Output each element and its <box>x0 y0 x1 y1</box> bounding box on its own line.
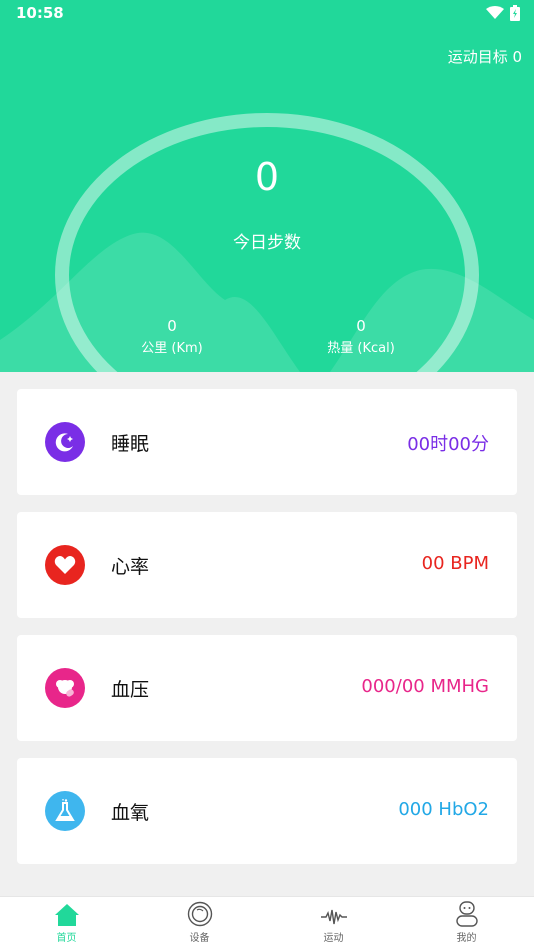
blood-oxygen-value: 000 HbO2 <box>398 799 489 820</box>
status-time: 10:58 <box>16 4 64 22</box>
distance-value: 0 <box>167 317 177 335</box>
sleep-card[interactable]: 睡眠 00时00分 <box>17 389 517 495</box>
heart-rate-card[interactable]: 心率 00 BPM <box>17 512 517 618</box>
moon-icon <box>45 422 85 462</box>
nav-activity-label: 运动 <box>323 933 344 944</box>
blood-pressure-value: 000/00 MMHG <box>361 676 489 697</box>
bottom-nav: 首页 设备 运动 我的 <box>0 896 534 951</box>
calories-stat: 0 热量 (Kcal) <box>311 317 411 356</box>
distance-label: 公里 (Km) <box>141 341 203 356</box>
blood-oxygen-card[interactable]: 血氧 000 HbO2 <box>17 758 517 864</box>
sleep-value: 00时00分 <box>407 434 489 455</box>
nav-activity[interactable]: 运动 <box>267 897 400 951</box>
heart-rate-label: 心率 <box>111 556 150 578</box>
steps-label: 今日步数 <box>233 233 301 253</box>
heart-icon <box>45 545 85 585</box>
calories-label: 热量 (Kcal) <box>327 341 395 356</box>
home-icon <box>54 904 79 926</box>
heart-rate-value: 00 BPM <box>421 553 489 574</box>
steps-value: 0 <box>254 155 280 199</box>
nav-device-label: 设备 <box>189 933 210 944</box>
wifi-icon <box>486 6 504 19</box>
nav-device[interactable]: 设备 <box>133 897 266 951</box>
blood-pressure-icon <box>45 668 85 708</box>
device-icon <box>187 901 212 927</box>
nav-profile-label: 我的 <box>456 933 477 944</box>
blood-pressure-label: 血压 <box>111 679 150 701</box>
distance-stat: 0 公里 (Km) <box>122 317 222 356</box>
sleep-label: 睡眠 <box>111 433 150 455</box>
flask-icon <box>45 791 85 831</box>
blood-oxygen-label: 血氧 <box>111 802 150 824</box>
nav-profile[interactable]: 我的 <box>400 897 533 951</box>
nav-home-label: 首页 <box>56 933 77 944</box>
exercise-goal-button[interactable]: 运动目标 0 <box>448 46 522 67</box>
status-icons <box>486 5 520 21</box>
nav-home[interactable]: 首页 <box>0 897 133 951</box>
blood-pressure-card[interactable]: 血压 000/00 MMHG <box>17 635 517 741</box>
activity-icon <box>320 909 347 925</box>
profile-icon <box>455 901 478 927</box>
calories-value: 0 <box>356 317 366 335</box>
header: 10:58 运动目标 0 0 今日步数 0 公里 (Km) 0 热量 (Kcal… <box>0 0 534 372</box>
battery-icon <box>510 5 520 21</box>
